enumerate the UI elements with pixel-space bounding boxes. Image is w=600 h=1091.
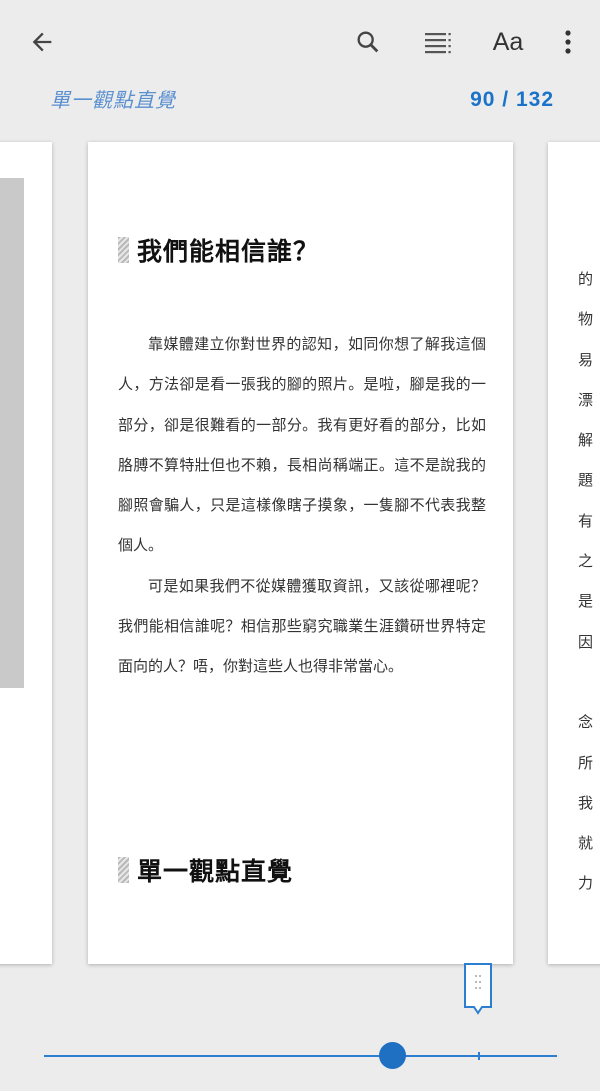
page-body-text: 靠媒體建立你對世界的認知，如同你想了解我這個人，方法卻是看一張我的腳的照片。是啦… [118,324,486,687]
text-line: 就 [578,834,594,853]
section-heading: 單一觀點直覺 [118,852,293,888]
text-line: 解 [578,431,594,450]
text-line: 物 [578,310,594,329]
paragraph: 可是如果我們不從媒體獲取資訊，又該從哪裡呢？我們能相信誰呢？相信那些窮究職業生涯… [118,576,486,676]
text-line: 我 [578,793,594,812]
back-button[interactable] [22,24,62,60]
paragraph: 靠媒體建立你對世界的認知，如同你想了解我這個人，方法卻是看一張我的腳的照片。是啦… [118,335,486,555]
text-line [578,662,593,702]
text-line: 漂 [578,390,594,409]
heading-marker-icon [118,857,129,883]
text-line: 力 [578,874,594,893]
previous-page-image [0,178,24,688]
text-line: 有 [578,511,594,530]
more-options-button[interactable] [553,22,583,62]
section-heading-text: 我們能相信誰？ [137,237,320,266]
text-line: 所 [578,753,594,772]
slider-thumb[interactable] [379,1042,406,1069]
section-heading: 我們能相信誰？ [118,232,319,268]
search-icon [357,31,379,53]
table-of-contents-icon [425,33,451,54]
text-line: 題 [578,471,594,490]
more-vertical-icon [565,30,571,54]
book-title: 單一觀點直覺 [50,88,176,112]
page-progress-slider[interactable] [44,1042,557,1069]
next-page[interactable]: 的 物 易 漂 解 題 有 之 是 因 念 所 我 就 力 [548,142,600,964]
text-line: 易 [578,350,594,369]
next-page-text: 的 物 易 漂 解 題 有 之 是 因 念 所 我 就 力 [578,259,593,904]
page-indicator: 90 / 132 [470,88,554,111]
top-toolbar: Aa [0,0,600,84]
bookmark-position-tick [478,1052,480,1060]
previous-page[interactable] [0,142,52,964]
text-line: 因 [578,632,594,651]
text-line: 是 [578,592,594,611]
heading-marker-icon [118,237,129,263]
section-heading-text: 單一觀點直覺 [137,857,294,886]
text-line: 之 [578,552,594,571]
text-line: 念 [578,713,594,732]
search-button[interactable] [348,22,388,62]
text-line: 的 [578,270,594,288]
arrow-left-icon [32,32,52,52]
current-page[interactable]: 我們能相信誰？ 靠媒體建立你對世界的認知，如同你想了解我這個人，方法卻是看一張我… [88,142,513,964]
table-of-contents-button[interactable] [418,22,458,62]
bookmark-marker[interactable] [464,963,492,1015]
font-settings-button[interactable]: Aa [486,24,530,60]
bookmark-flag-icon [464,963,492,1015]
